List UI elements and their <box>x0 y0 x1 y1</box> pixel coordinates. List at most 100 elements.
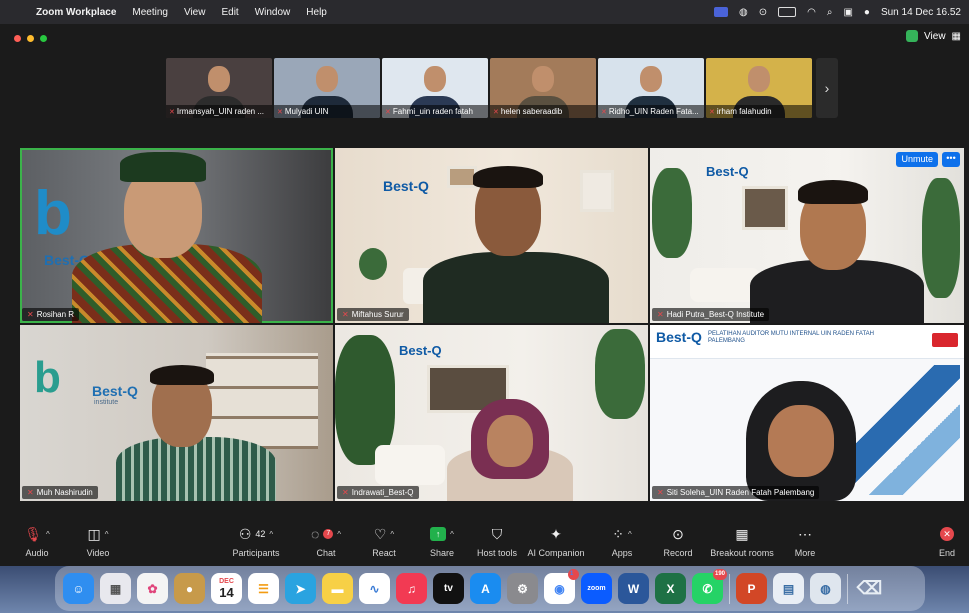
whatsapp-icon[interactable]: ✆ 190 <box>692 569 727 604</box>
zoom-status-icon[interactable] <box>713 7 728 17</box>
audio-control[interactable]: 🎙 ^ Audio <box>20 522 54 559</box>
preview-icon[interactable]: ▤ <box>773 573 804 604</box>
participants-label: Participants <box>232 548 280 558</box>
breakout-rooms-control[interactable]: ▦ Breakout rooms <box>710 522 774 559</box>
media-play-icon[interactable]: ⊙ <box>759 7 767 18</box>
minimize-window-button[interactable] <box>27 34 34 42</box>
more-control[interactable]: ⋯ More <box>790 522 820 559</box>
strip-thumb[interactable]: ✕ Fahmi_uin raden fatah <box>382 58 488 118</box>
strip-thumb[interactable]: ✕ Irmansyah_UIN raden ... <box>166 58 272 118</box>
muted-mic-icon: ✕ <box>27 310 34 319</box>
chevron-up-icon[interactable]: ^ <box>46 530 50 539</box>
chevron-up-icon[interactable]: ^ <box>269 530 273 539</box>
chevron-up-icon[interactable]: ^ <box>450 530 454 539</box>
video-tile[interactable]: Best-Q PELATIHAN AUDITOR MUTU INTERNAL U… <box>650 325 964 501</box>
control-center-icon[interactable]: ▣ <box>843 7 852 18</box>
menu-view[interactable]: View <box>176 7 214 18</box>
more-icon[interactable]: ⋯ <box>798 526 812 543</box>
menu-help[interactable]: Help <box>298 7 335 18</box>
menu-window[interactable]: Window <box>247 7 299 18</box>
record-icon[interactable]: ⊙ <box>672 526 684 543</box>
video-tile[interactable]: Best-Q ✕ Indrawati_Best-Q <box>335 325 648 501</box>
participants-icon[interactable]: ⚇ <box>239 526 252 543</box>
reminders-icon[interactable]: ☰ <box>248 573 279 604</box>
strip-thumb[interactable]: ✕ Ridho_UIN Raden Fata... <box>598 58 704 118</box>
siri-icon[interactable]: ● <box>864 7 870 18</box>
screenshot-icon[interactable]: ◍ <box>810 573 841 604</box>
wifi-icon[interactable]: ◠ <box>807 7 816 18</box>
end-meeting-icon[interactable]: ✕ <box>940 527 954 541</box>
apps-icon[interactable]: ⁘ <box>612 526 624 543</box>
grid-view-icon[interactable]: ▦ <box>952 31 961 42</box>
menu-clock[interactable]: Sun 14 Dec 16.52 <box>881 7 961 18</box>
person-cap <box>120 152 206 182</box>
record-control[interactable]: ⊙ Record <box>660 522 696 559</box>
participants-control[interactable]: ⚇ 42 ^ Participants <box>228 522 284 559</box>
launchpad-icon[interactable]: ▦ <box>100 573 131 604</box>
chat-icon[interactable]: ◌ <box>311 526 319 542</box>
battery-icon[interactable] <box>778 7 797 17</box>
muted-mic-icon[interactable]: 🎙 <box>24 526 42 543</box>
sofa <box>375 445 445 485</box>
excel-icon[interactable]: X <box>655 573 686 604</box>
video-tile[interactable]: b Best-Q institute ✕ Muh Nashirudin <box>20 325 333 501</box>
telegram-icon[interactable]: ➤ <box>285 573 316 604</box>
spotlight-search-icon[interactable]: ⌕ <box>827 7 833 18</box>
share-control[interactable]: ↑ ^ Share <box>424 522 460 558</box>
zoom-window-button[interactable] <box>40 34 47 42</box>
ai-companion-control[interactable]: ✦ AI Companion <box>526 522 586 559</box>
trash-icon[interactable]: ⌫ <box>854 573 885 604</box>
strip-thumb[interactable]: ✕ helen saberaadib <box>490 58 596 118</box>
end-control[interactable]: ✕ End <box>934 522 960 558</box>
sparkle-icon[interactable]: ✦ <box>550 526 562 543</box>
menu-meeting[interactable]: Meeting <box>124 7 176 18</box>
apple-tv-icon[interactable]: tv <box>433 573 464 604</box>
breakout-rooms-icon[interactable]: ▦ <box>735 526 748 543</box>
calendar-icon[interactable]: DEC 14 <box>211 573 242 604</box>
chat-control[interactable]: ◌ 7 ^ Chat <box>308 522 344 558</box>
word-icon[interactable]: W <box>618 573 649 604</box>
close-window-button[interactable] <box>14 34 21 42</box>
share-screen-icon[interactable]: ↑ <box>430 527 447 541</box>
settings-icon[interactable]: ⚙ <box>507 573 538 604</box>
chevron-up-icon[interactable]: ^ <box>390 530 394 539</box>
video-tile[interactable]: b Best-Q ✕ Rosihan R <box>20 148 333 323</box>
strip-thumb[interactable]: ✕ irham falahudin <box>706 58 812 118</box>
best-q-logo: b <box>34 179 72 248</box>
zoom-icon[interactable]: zoom <box>581 573 612 604</box>
security-shield-icon[interactable] <box>906 30 919 42</box>
webinar-live-badge <box>932 333 958 347</box>
chevron-up-icon[interactable]: ^ <box>628 530 632 539</box>
person-body <box>423 252 609 323</box>
notes-icon[interactable]: ▬ <box>322 573 353 604</box>
music-icon[interactable]: ♫ <box>396 573 427 604</box>
menu-edit[interactable]: Edit <box>213 7 246 18</box>
strip-next-arrow-icon[interactable]: › <box>816 58 838 118</box>
finder-icon[interactable]: ☺ <box>63 573 94 604</box>
tile-more-options-button[interactable]: ••• <box>942 152 960 167</box>
menu-app-name[interactable]: Zoom Workplace <box>28 7 124 18</box>
react-control[interactable]: ♡ ^ React <box>366 522 402 559</box>
apps-control[interactable]: ⁘ ^ Apps <box>604 522 640 559</box>
powerpoint-icon[interactable]: P <box>736 573 767 604</box>
participant-name-label: ✕ Indrawati_Best-Q <box>337 486 419 499</box>
chevron-up-icon[interactable]: ^ <box>337 530 341 539</box>
chevron-up-icon[interactable]: ^ <box>105 530 109 539</box>
freeform-icon[interactable]: ∿ <box>359 573 390 604</box>
video-tile[interactable]: Best-Q Unmute ••• ✕ Hadi Putra_Best-Q Ins… <box>650 148 964 323</box>
app-icon[interactable]: ● <box>174 573 205 604</box>
muted-mic-icon: ✕ <box>277 109 283 116</box>
unmute-button[interactable]: Unmute <box>896 152 938 167</box>
strip-thumb[interactable]: ✕ Mulyadi UIN <box>274 58 380 118</box>
app-store-icon[interactable]: A <box>470 573 501 604</box>
photos-icon[interactable]: ✿ <box>137 573 168 604</box>
video-camera-icon[interactable]: ◫ <box>88 526 101 543</box>
chrome-icon[interactable]: ◉ 1 <box>544 569 579 604</box>
focus-icon[interactable]: ◍ <box>739 7 748 18</box>
heart-icon[interactable]: ♡ <box>374 526 387 543</box>
video-tile[interactable]: Best-Q ✕ Miftahus Surur <box>335 148 648 323</box>
video-control[interactable]: ◫ ^ Video <box>80 522 116 559</box>
shield-icon[interactable]: ⛉ <box>492 526 503 543</box>
view-button[interactable]: View <box>924 31 946 42</box>
host-tools-control[interactable]: ⛉ Host tools <box>474 522 520 559</box>
